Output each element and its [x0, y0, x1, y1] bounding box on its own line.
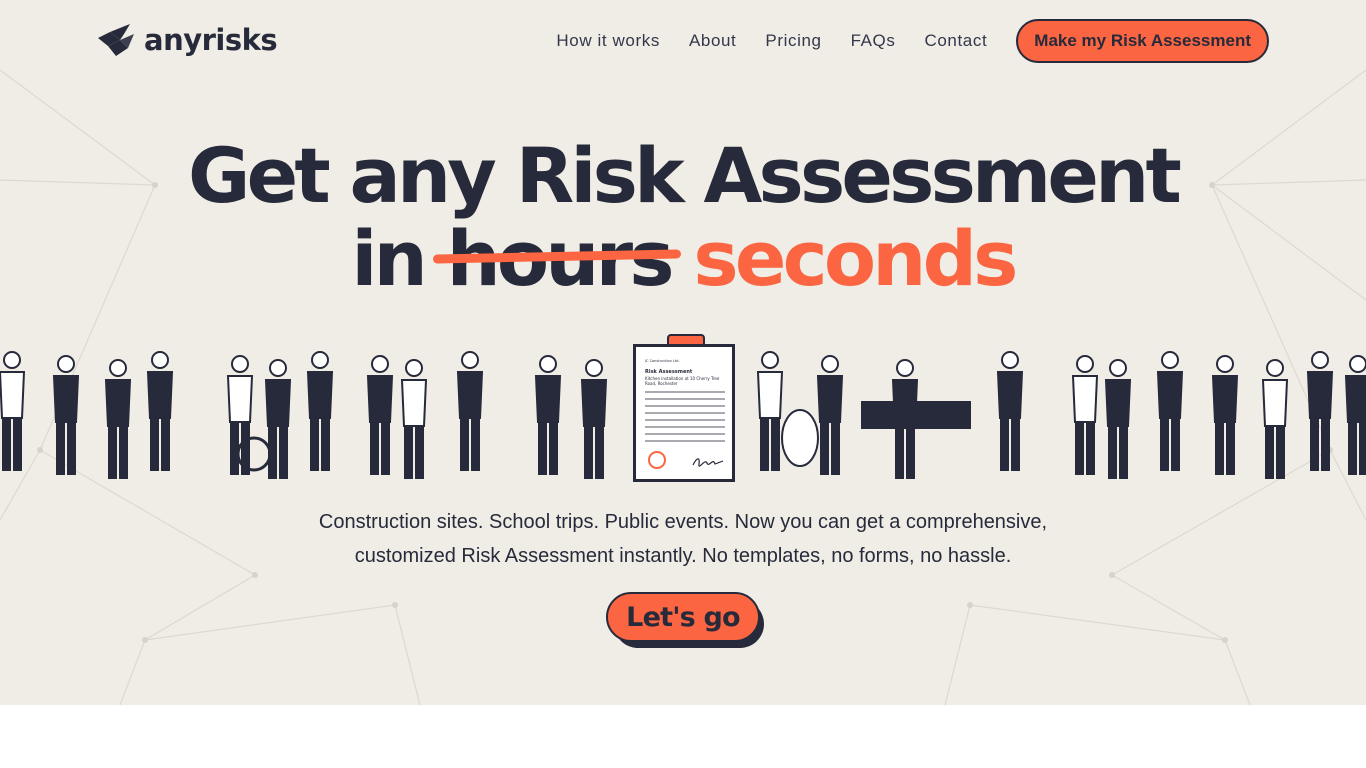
person-figure	[104, 359, 132, 479]
person-figure	[1071, 355, 1099, 475]
person-figure	[366, 355, 394, 475]
document-text-lines	[645, 391, 725, 447]
piano	[861, 401, 971, 429]
person-figure	[534, 355, 562, 475]
brand-name: anyrisks	[144, 23, 278, 57]
signature-icon	[692, 458, 724, 467]
person-figure	[400, 359, 428, 479]
nav-link-pricing[interactable]: Pricing	[765, 31, 821, 51]
person-figure	[52, 355, 80, 475]
headline-in: in	[351, 214, 427, 303]
lets-go-button-wrapper: Let's go	[606, 592, 766, 650]
lets-go-button[interactable]: Let's go	[606, 592, 760, 642]
tagline-line-2: customized Risk Assessment instantly. No…	[354, 545, 1012, 567]
nav-link-how-it-works[interactable]: How it works	[556, 31, 660, 51]
main-nav: How it works About Pricing FAQs Contact …	[556, 19, 1269, 63]
person-figure	[1211, 355, 1239, 475]
person-figure	[1344, 355, 1366, 475]
person-figure	[1104, 359, 1132, 479]
person-figure	[580, 359, 608, 479]
brand-logo[interactable]: anyrisks	[96, 22, 278, 58]
logo-bird-icon	[98, 24, 134, 56]
document-company: JC Construction Ltd.	[645, 359, 680, 363]
stamp-icon	[648, 451, 666, 469]
person-figure	[306, 351, 334, 471]
make-risk-assessment-button[interactable]: Make my Risk Assessment	[1016, 19, 1269, 63]
nav-link-contact[interactable]: Contact	[924, 31, 987, 51]
hero-headline: Get any Risk Assessment in hours seconds	[0, 134, 1366, 300]
person-figure	[816, 355, 844, 475]
person-figure	[0, 351, 26, 471]
nav-link-faqs[interactable]: FAQs	[851, 31, 896, 51]
person-figure	[996, 351, 1024, 471]
headline-line-1: Get any Risk Assessment	[188, 131, 1182, 220]
document-title: Risk Assessment	[645, 369, 693, 375]
headline-struck-word: hours	[446, 214, 675, 303]
person-figure	[1306, 351, 1334, 471]
person-figure	[456, 351, 484, 471]
risk-assessment-document: JC Construction Ltd. Risk Assessment Kit…	[633, 344, 735, 482]
person-figure	[226, 355, 254, 475]
tagline-line-1: Construction sites. School trips. Public…	[318, 511, 1048, 533]
hero-section: anyrisks How it works About Pricing FAQs…	[0, 0, 1366, 705]
document-subtitle: Kitchen installation at 10 Cherry Tree R…	[645, 376, 720, 386]
person-figure	[1156, 351, 1184, 471]
double-bass	[781, 409, 819, 467]
person-figure	[1261, 359, 1289, 479]
person-figure	[146, 351, 174, 471]
hero-tagline: Construction sites. School trips. Public…	[0, 505, 1366, 573]
nav-link-about[interactable]: About	[689, 31, 736, 51]
headline-accent-word: seconds	[693, 214, 1018, 303]
person-figure	[756, 351, 784, 471]
